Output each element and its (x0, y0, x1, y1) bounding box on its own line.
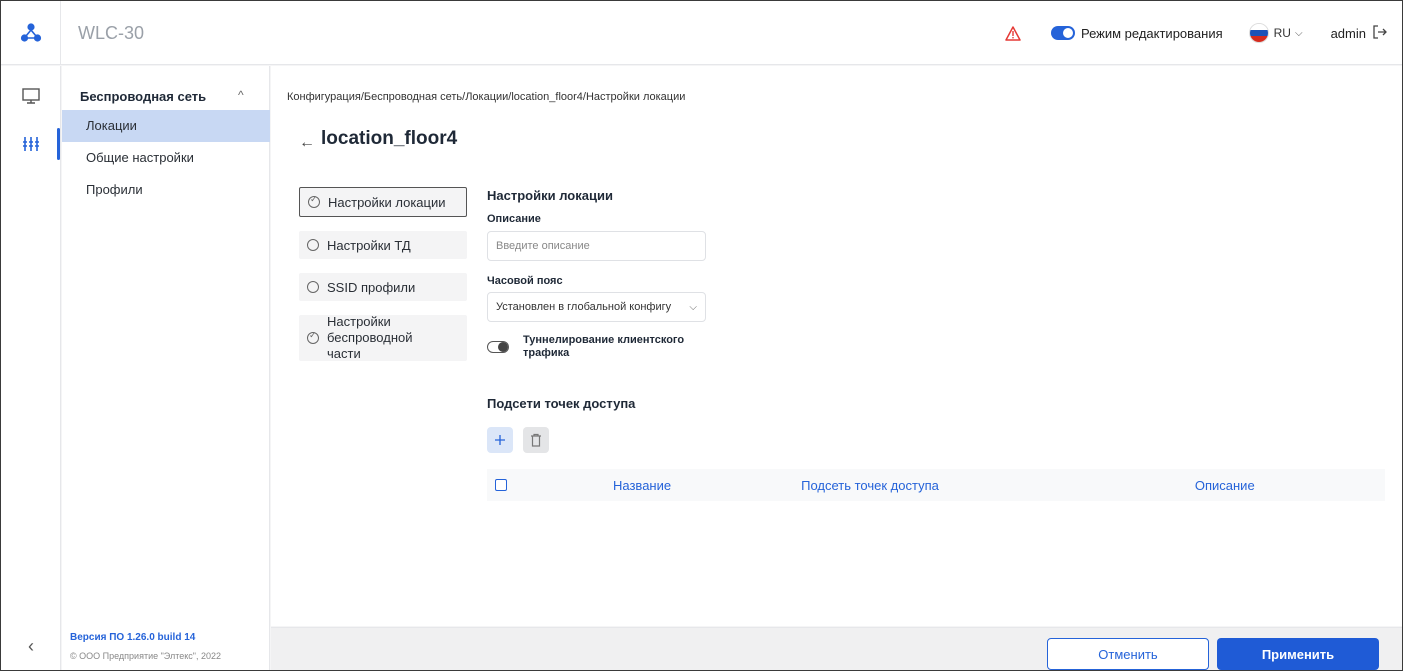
subnets-title: Подсети точек доступа (487, 396, 636, 411)
description-input[interactable]: Введите описание (487, 231, 706, 261)
user-name: admin (1330, 25, 1366, 41)
tunnel-row: Туннелирование клиентского трафика (487, 334, 706, 360)
step-circle-icon (307, 239, 319, 251)
tunnel-label-line1: Туннелирование клиентского (523, 334, 685, 346)
warning-icon[interactable] (1005, 25, 1021, 41)
monitoring-nav[interactable] (1, 78, 61, 114)
step-ssid-profiles[interactable]: SSID профили (299, 273, 467, 301)
timezone-select[interactable]: Установлен в глобальной конфигу ⌵ (487, 292, 706, 322)
page-title: location_floor4 (321, 128, 458, 149)
add-subnet-button[interactable] (487, 427, 513, 453)
step-label: Настройки локации (328, 194, 446, 210)
column-name[interactable]: Название (613, 478, 671, 493)
tunnel-label-line2: трафика (523, 347, 570, 359)
main-content: Конфигурация/Беспроводная сеть/Локации/l… (271, 66, 1402, 626)
step-label: SSID профили (327, 279, 416, 295)
column-description[interactable]: Описание (1195, 478, 1255, 493)
app-title: WLC-30 (78, 23, 145, 43)
wizard-steps: Настройки локации Настройки ТД SSID проф… (299, 187, 467, 375)
section-title: Настройки локации (487, 188, 613, 203)
active-nav-indicator (57, 128, 60, 160)
step-label: Настройки ТД (327, 237, 411, 253)
step-wireless-settings[interactable]: Настройки беспроводной части (299, 314, 467, 361)
chevron-down-icon[interactable]: ⌵ (1295, 28, 1303, 39)
breadcrumb: Конфигурация/Беспроводная сеть/Локации/l… (287, 91, 686, 103)
copyright: © ООО Предприятие "Элтекс", 2022 (70, 651, 222, 661)
timezone-label: Часовой пояс (487, 275, 563, 287)
sidebar-item-general-settings[interactable]: Общие настройки (62, 142, 270, 174)
edit-mode-toggle[interactable] (1050, 26, 1075, 40)
step-ap-settings[interactable]: Настройки ТД (299, 231, 467, 259)
tunnel-toggle[interactable] (487, 341, 509, 353)
trash-icon (531, 433, 541, 447)
top-header: WLC-30 Режим редактирования RU ⌵ admin (1, 1, 1402, 65)
subnets-table-header: Название Подсеть точек доступа Описание (487, 469, 1385, 501)
logo[interactable] (1, 1, 61, 65)
timezone-value: Установлен в глобальной конфигу (496, 301, 672, 313)
logo-icon (20, 23, 41, 42)
icon-rail: ‹ (1, 66, 61, 670)
step-circle-icon (307, 281, 319, 293)
select-all-checkbox[interactable] (495, 479, 507, 491)
app-frame: WLC-30 Режим редактирования RU ⌵ admin ‹… (0, 0, 1403, 671)
step-check-icon (308, 194, 320, 208)
logout-icon[interactable] (1372, 24, 1388, 42)
step-label: Настройки беспроводной части (327, 314, 413, 361)
plus-icon (495, 435, 505, 445)
sidebar-item-profiles[interactable]: Профили (62, 174, 270, 206)
location-settings-form: Настройки локации Описание Введите описа… (487, 188, 706, 453)
monitor-icon (22, 88, 40, 104)
step-check-icon (307, 330, 319, 344)
column-subnet[interactable]: Подсеть точек доступа (801, 478, 939, 493)
apply-button[interactable]: Применить (1217, 638, 1379, 670)
cancel-button[interactable]: Отменить (1047, 638, 1209, 670)
sidebar-group-wireless[interactable]: Беспроводная сеть (80, 89, 206, 104)
sidebar-item-locations[interactable]: Локации (62, 110, 270, 142)
collapse-icon[interactable]: ‹ (1, 636, 61, 657)
edit-mode-label: Режим редактирования (1080, 25, 1223, 41)
step-location-settings[interactable]: Настройки локации (299, 187, 467, 217)
russian-flag-icon[interactable] (1248, 23, 1269, 43)
action-footer: Отменить Применить (271, 627, 1402, 670)
firmware-version: Версия ПО 1.26.0 build 14 (70, 632, 196, 643)
language-selector[interactable]: RU (1274, 26, 1291, 40)
sidebar: Беспроводная сеть ^ Локации Общие настро… (62, 66, 270, 670)
back-arrow-icon[interactable]: ← (299, 134, 315, 152)
description-label: Описание (487, 213, 541, 225)
chevron-down-icon: ⌵ (689, 301, 697, 313)
delete-subnet-button[interactable] (523, 427, 549, 453)
description-placeholder: Введите описание (496, 240, 590, 252)
subnets-toolbar (487, 427, 706, 453)
configuration-nav[interactable] (1, 126, 61, 162)
chevron-up-icon[interactable]: ^ (238, 88, 244, 102)
config-sliders-icon (23, 137, 39, 151)
